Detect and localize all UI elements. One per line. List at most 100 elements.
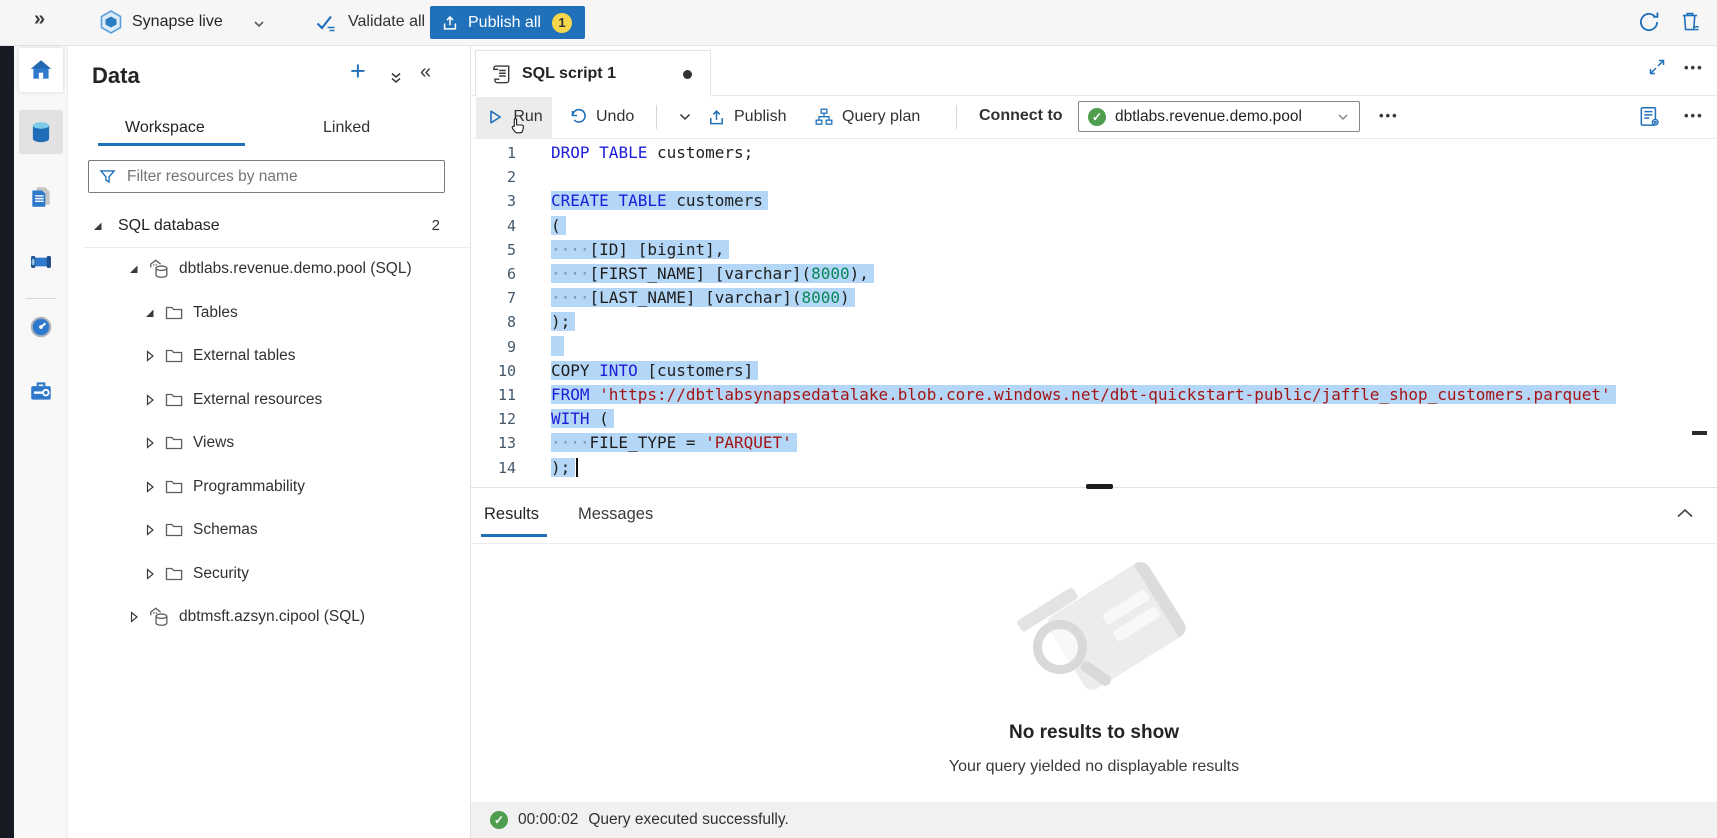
add-resource-button[interactable]: + <box>350 58 366 85</box>
nav-develop-button[interactable] <box>19 175 63 219</box>
code-line[interactable]: 3CREATE TABLE customers <box>471 189 1717 213</box>
expand-editor-icon[interactable] <box>1647 57 1667 77</box>
filter-input[interactable] <box>125 167 434 187</box>
code-line[interactable]: 6····[FIRST_NAME] [varchar](8000), <box>471 262 1717 286</box>
gauge-icon <box>28 314 54 340</box>
code-line[interactable]: 12WITH ( <box>471 407 1717 431</box>
code-line[interactable]: 11FROM 'https://dbtlabsynapsedatalake.bl… <box>471 383 1717 407</box>
query-plan-icon <box>814 107 834 127</box>
tree-row[interactable]: External tables <box>68 335 470 379</box>
left-edge-strip <box>0 46 14 838</box>
tree-caret-icon[interactable] <box>90 218 106 234</box>
expand-panels-icon[interactable]: » <box>34 8 45 31</box>
tree-caret-icon[interactable] <box>142 392 158 408</box>
publish-button[interactable]: Publish <box>707 96 786 138</box>
tab-more-button[interactable]: ••• <box>1684 60 1704 75</box>
chevron-down-icon[interactable] <box>252 17 266 31</box>
tree-item-label: External tables <box>193 347 296 365</box>
tab-results[interactable]: Results <box>484 505 539 524</box>
code-line[interactable]: 1DROP TABLE customers; <box>471 141 1717 165</box>
nav-manage-button[interactable] <box>19 369 63 413</box>
text-caret <box>576 458 578 477</box>
code-line[interactable]: 9 <box>471 335 1717 359</box>
code-line[interactable]: 5····[ID] [bigint], <box>471 238 1717 262</box>
run-options-chevron[interactable] <box>667 96 703 138</box>
tree-row[interactable]: Programmability <box>68 465 470 509</box>
success-check-icon: ✓ <box>490 811 508 829</box>
unsaved-indicator <box>683 70 692 79</box>
tree-row[interactable]: Schemas <box>68 509 470 553</box>
folder-icon <box>164 346 184 366</box>
status-time: 00:00:02 <box>518 811 578 829</box>
results-header: Results Messages <box>471 488 1717 544</box>
discard-all-icon[interactable] <box>1678 9 1704 35</box>
document-icon <box>28 184 54 210</box>
validate-all-button[interactable]: Validate all <box>348 13 425 31</box>
tree-row[interactable]: dbtlabs.revenue.demo.pool (SQL) <box>68 248 470 292</box>
tree-row[interactable]: Tables <box>68 291 470 335</box>
tree-row[interactable]: SQL database 2 <box>68 204 470 248</box>
tab-sql-script-1[interactable]: SQL script 1 <box>475 50 711 97</box>
no-results-illustration <box>1007 564 1187 694</box>
filter-funnel-icon <box>99 168 116 185</box>
tab-workspace[interactable]: Workspace <box>125 119 205 137</box>
tab-linked[interactable]: Linked <box>323 119 370 137</box>
sql-code-editor[interactable]: 1DROP TABLE customers;23CREATE TABLE cus… <box>471 139 1717 487</box>
editor-tab-bar: SQL script 1 ••• <box>471 46 1717 96</box>
pipeline-icon <box>28 249 54 275</box>
double-chevron-down-icon[interactable] <box>388 70 404 86</box>
nav-integrate-button[interactable] <box>19 240 63 284</box>
publish-upload-icon <box>707 108 726 127</box>
publish-count-badge: 1 <box>552 13 572 33</box>
tree-caret-icon[interactable] <box>142 566 158 582</box>
toolbar-overflow-button[interactable]: ••• <box>1684 108 1704 123</box>
undo-button[interactable]: Undo <box>568 96 634 138</box>
splitter-drag-handle[interactable] <box>1086 484 1113 489</box>
code-line[interactable]: 2 <box>471 165 1717 189</box>
tree-item-count: 2 <box>432 217 440 234</box>
collapse-results-chevron-up-icon[interactable] <box>1673 502 1697 526</box>
undo-icon <box>568 107 588 127</box>
validate-icon <box>314 11 338 35</box>
toolbar-more-button[interactable]: ••• <box>1379 108 1399 123</box>
tree-row[interactable]: dbtmsft.azsyn.cipool (SQL) <box>68 596 470 640</box>
code-line[interactable]: 13····FILE_TYPE = 'PARQUET' <box>471 431 1717 455</box>
folder-icon <box>164 390 184 410</box>
nav-data-button[interactable] <box>19 110 63 154</box>
tree-row[interactable]: Views <box>68 422 470 466</box>
active-tab-underline <box>98 143 245 146</box>
connected-check-icon: ✓ <box>1088 108 1106 126</box>
tree-caret-icon[interactable] <box>142 348 158 364</box>
pool-select-dropdown[interactable]: ✓ dbtlabs.revenue.demo.pool <box>1078 101 1360 132</box>
tree-caret-icon[interactable] <box>126 261 142 277</box>
publish-all-button[interactable]: Publish all 1 <box>430 6 585 39</box>
code-line[interactable]: 7····[LAST_NAME] [varchar](8000) <box>471 286 1717 310</box>
nav-home-button[interactable] <box>19 48 63 92</box>
tree-caret-icon[interactable] <box>142 305 158 321</box>
code-line[interactable]: 10COPY INTO [customers] <box>471 359 1717 383</box>
code-line[interactable]: 14); <box>471 456 1717 480</box>
toolbar-separator <box>956 105 957 129</box>
mode-selector-label[interactable]: Synapse live <box>132 13 223 31</box>
properties-icon[interactable] <box>1637 104 1663 130</box>
tree-row[interactable]: Security <box>68 552 470 596</box>
tab-messages[interactable]: Messages <box>578 505 653 524</box>
tree-caret-icon[interactable] <box>142 522 158 538</box>
data-panel: Data + « Workspace Linked <box>68 46 471 838</box>
refresh-button[interactable] <box>1636 9 1662 35</box>
query-status-bar: ✓ 00:00:02 Query executed successfully. <box>471 802 1717 838</box>
nav-monitor-button[interactable] <box>19 305 63 349</box>
tree-caret-icon[interactable] <box>142 435 158 451</box>
active-tab-underline <box>481 534 547 537</box>
collapse-panel-icon[interactable]: « <box>420 61 431 84</box>
folder-icon <box>164 303 184 323</box>
tree-item-label: dbtlabs.revenue.demo.pool (SQL) <box>179 260 412 278</box>
tree-caret-icon[interactable] <box>126 609 142 625</box>
tree-caret-icon[interactable] <box>142 479 158 495</box>
query-plan-button[interactable]: Query plan <box>814 96 920 138</box>
tree-item-label: External resources <box>193 391 322 409</box>
tree-row[interactable]: External resources <box>68 378 470 422</box>
code-line[interactable]: 4( <box>471 214 1717 238</box>
results-empty-state: No results to show Your query yielded no… <box>471 544 1717 802</box>
code-line[interactable]: 8); <box>471 310 1717 334</box>
